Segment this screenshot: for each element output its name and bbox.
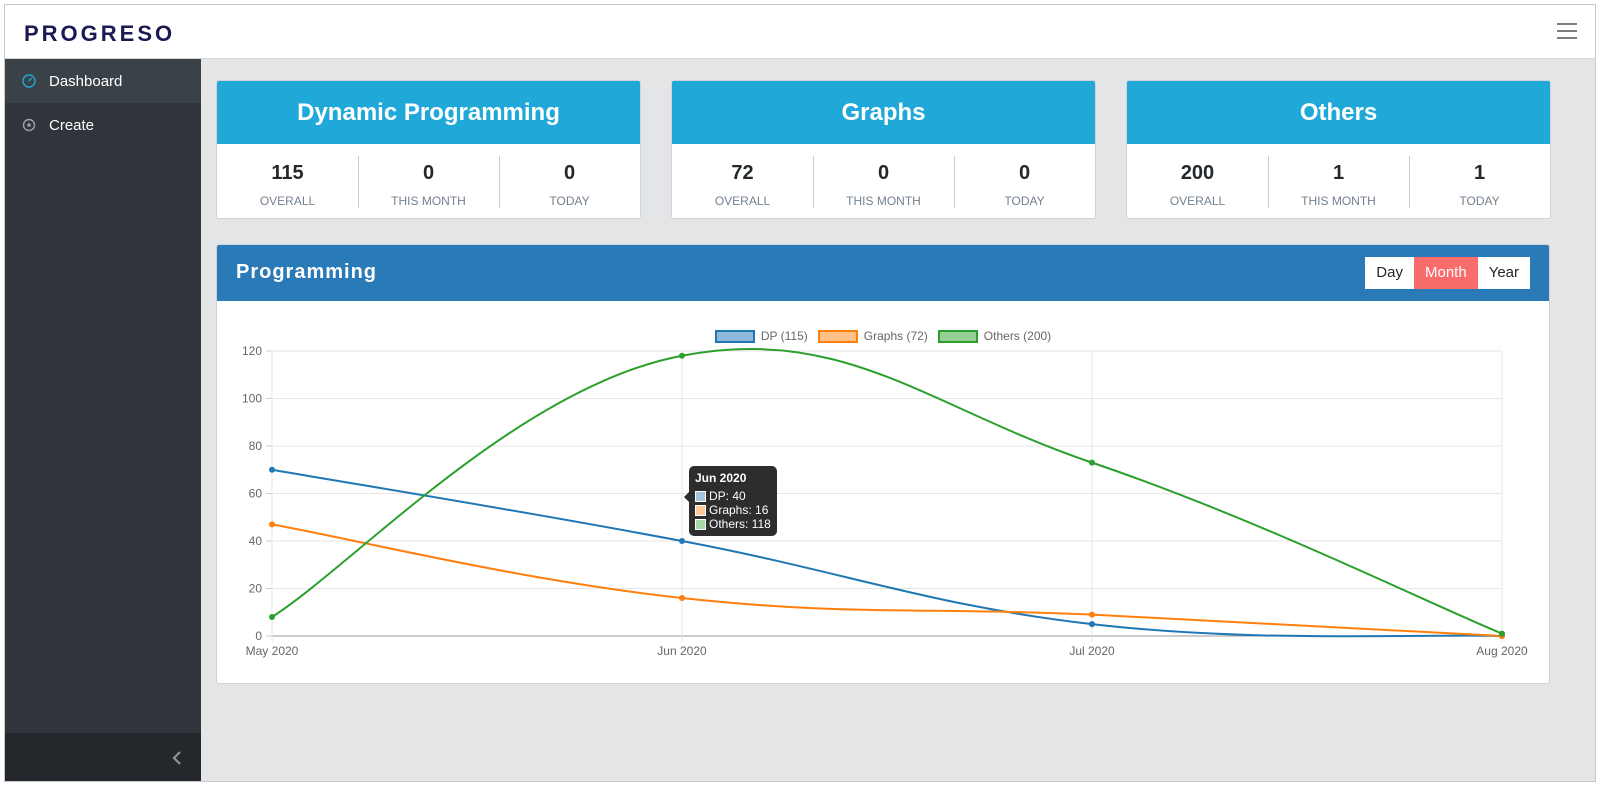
data-point — [1089, 459, 1095, 466]
stat-card-graphs: Graphs 72 OVERALL 0 THIS MONTH 0 TODAY — [671, 80, 1096, 219]
data-point — [269, 614, 275, 620]
stat-label: THIS MONTH — [846, 194, 921, 208]
sidebar: Dashboard Create — [5, 59, 201, 781]
stat-label: THIS MONTH — [391, 194, 466, 208]
data-point — [679, 352, 685, 359]
tooltip-row: DP: 40 — [695, 489, 771, 503]
stat-label: TODAY — [1004, 194, 1045, 208]
tooltip-swatch — [695, 504, 706, 516]
tooltip-row: Graphs: 16 — [695, 503, 771, 517]
data-point — [269, 466, 275, 473]
stat-month: 0 THIS MONTH — [813, 156, 954, 208]
stat-card-others: Others 200 OVERALL 1 THIS MONTH 1 TODAY — [1126, 80, 1551, 219]
data-point — [679, 538, 685, 544]
stat-label: TODAY — [549, 194, 590, 208]
sidebar-item-label: Dashboard — [49, 72, 123, 90]
y-tick-label: 80 — [249, 439, 263, 453]
data-point — [1499, 630, 1505, 637]
y-tick-label: 40 — [249, 534, 263, 548]
stat-overall: 200 OVERALL — [1127, 156, 1268, 208]
stat-month: 0 THIS MONTH — [358, 156, 499, 208]
stat-card-title: Graphs — [672, 81, 1095, 144]
tooltip-row-text: DP: 40 — [709, 489, 746, 503]
series-line — [271, 468, 1503, 638]
stat-overall: 72 OVERALL — [672, 156, 813, 208]
stat-value: 72 — [731, 162, 754, 184]
series-line — [271, 348, 1503, 635]
data-point — [679, 595, 685, 601]
stat-label: OVERALL — [259, 194, 316, 208]
x-tick-label: Jun 2020 — [657, 644, 707, 658]
stat-label: THIS MONTH — [1301, 194, 1376, 208]
stat-value: 200 — [1180, 162, 1215, 184]
stat-label: OVERALL — [714, 194, 771, 208]
tooltip-row-text: Others: 118 — [709, 517, 771, 531]
stat-value: 1 — [1473, 162, 1486, 184]
stat-value: 0 — [563, 162, 576, 184]
tooltip-swatch — [695, 518, 706, 530]
stat-value: 0 — [422, 162, 435, 184]
stat-label: TODAY — [1459, 194, 1500, 208]
stat-today: 1 TODAY — [1409, 156, 1550, 208]
stat-card-title: Others — [1127, 81, 1550, 144]
y-tick-label: 20 — [249, 582, 263, 596]
stat-card-title: Dynamic Programming — [217, 81, 640, 144]
tooltip-swatch — [695, 490, 706, 502]
stat-today: 0 TODAY — [954, 156, 1095, 208]
y-tick-label: 60 — [249, 487, 263, 501]
speedometer-icon — [22, 74, 36, 88]
line-chart: 0 20 40 60 80 100 120 May 2020 Jun 2020 Jul 2020 A… — [242, 344, 1528, 658]
data-point — [1089, 611, 1095, 618]
sidebar-item-dashboard[interactable]: Dashboard — [5, 59, 201, 103]
chart-card: Programming Day Month Year DP (115) Graph… — [216, 244, 1550, 684]
sidebar-item-label: Create — [49, 116, 95, 134]
stat-overall: 115 OVERALL — [217, 156, 358, 208]
brand-logo[interactable]: PROGRESO — [24, 21, 175, 47]
stat-value: 0 — [1018, 162, 1031, 184]
data-point — [1089, 621, 1095, 628]
hamburger-menu-icon[interactable] — [1557, 23, 1577, 41]
x-tick-label: Aug 2020 — [1476, 644, 1528, 658]
top-navbar: PROGRESO — [5, 5, 1595, 59]
data-point — [269, 521, 275, 528]
stat-value: 0 — [877, 162, 890, 184]
y-tick-label: 100 — [242, 392, 262, 406]
target-icon — [22, 118, 36, 132]
stat-month: 1 THIS MONTH — [1268, 156, 1409, 208]
x-tick-label: Jul 2020 — [1069, 644, 1115, 658]
x-tick-label: May 2020 — [246, 644, 299, 658]
chevron-left-icon[interactable] — [169, 748, 185, 768]
y-tick-label: 120 — [242, 344, 262, 358]
stat-today: 0 TODAY — [499, 156, 640, 208]
stat-card-dp: Dynamic Programming 115 OVERALL 0 THIS M… — [216, 80, 641, 219]
y-tick-label: 0 — [255, 629, 262, 643]
stat-label: OVERALL — [1169, 194, 1226, 208]
chart-tooltip: Jun 2020 DP: 40 Graphs: 16 Others: 118 — [684, 466, 777, 536]
sidebar-footer — [5, 733, 201, 781]
browser-frame: PROGRESO Dashboard Create Dynamic Progra… — [4, 4, 1596, 782]
main-content: Dynamic Programming 115 OVERALL 0 THIS M… — [201, 59, 1595, 781]
stat-value: 115 — [271, 162, 304, 184]
tooltip-title: Jun 2020 — [695, 471, 747, 485]
tooltip-row-text: Graphs: 16 — [709, 503, 769, 517]
tooltip-row: Others: 118 — [695, 517, 771, 531]
sidebar-item-create[interactable]: Create — [5, 103, 201, 147]
stat-value: 1 — [1332, 162, 1345, 184]
